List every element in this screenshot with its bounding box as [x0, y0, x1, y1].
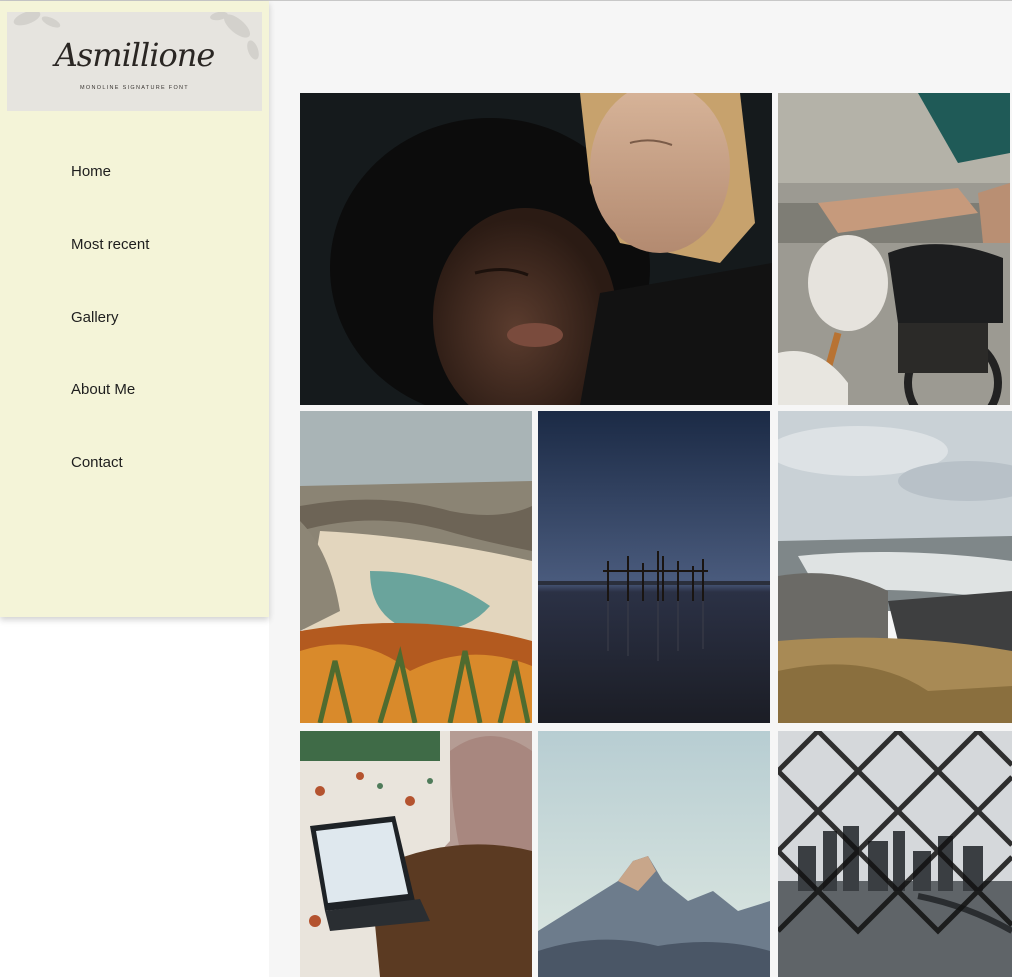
- waterfall-landscape-photo: [778, 411, 1012, 723]
- nav-item-home[interactable]: Home: [71, 163, 111, 181]
- gallery-photo-mountain[interactable]: [538, 731, 770, 977]
- nav-item-most-recent[interactable]: Most recent: [71, 236, 149, 254]
- city-skyline-through-fence-photo: [778, 731, 1012, 977]
- gallery-photo-laptop[interactable]: [300, 731, 532, 977]
- gallery-photo-city[interactable]: [778, 731, 1012, 977]
- logo-tagline: MONOLINE SIGNATURE FONT: [80, 85, 189, 91]
- motorcycle-rider-photo: [778, 93, 1010, 405]
- beach-cove-cliffs-photo: [300, 411, 532, 723]
- nav-item-about-me[interactable]: About Me: [71, 381, 135, 399]
- gallery-photo-waterfall[interactable]: [778, 411, 1012, 723]
- gallery-photo-portrait[interactable]: [300, 93, 772, 405]
- sidebar: Asmillione MONOLINE SIGNATURE FONT Home …: [0, 1, 269, 617]
- sidebar-underlay: [0, 617, 269, 977]
- woman-with-laptop-photo: [300, 731, 532, 977]
- gallery-photo-pier[interactable]: [538, 411, 770, 723]
- nav-item-contact[interactable]: Contact: [71, 454, 123, 472]
- gallery-photo-motorcycle[interactable]: [778, 93, 1010, 405]
- site-logo[interactable]: Asmillione MONOLINE SIGNATURE FONT: [7, 12, 262, 111]
- gallery-photo-beach[interactable]: [300, 411, 532, 723]
- mountain-peak-photo: [538, 731, 770, 977]
- portrait-two-women-photo: [300, 93, 772, 405]
- logo-wordmark: Asmillione: [54, 36, 216, 74]
- pier-at-dusk-photo: [538, 411, 770, 723]
- nav-item-gallery[interactable]: Gallery: [71, 309, 119, 327]
